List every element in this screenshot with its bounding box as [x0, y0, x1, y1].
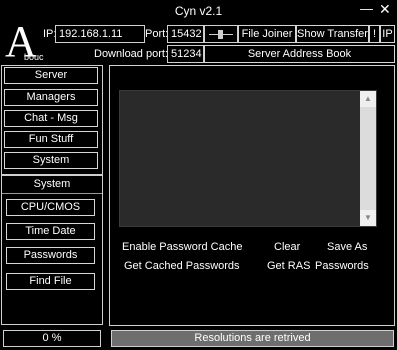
subpanel-divider	[2, 193, 102, 194]
scroll-up-icon[interactable]: ▲	[360, 91, 376, 107]
save-as-button[interactable]: Save As	[327, 241, 367, 253]
logo-subtext: bouc	[24, 52, 44, 62]
output-textarea[interactable]	[119, 90, 377, 227]
connect-slider[interactable]	[204, 25, 238, 43]
window-title: Cyn v2.1	[174, 4, 223, 18]
minimize-icon[interactable]: —	[360, 1, 373, 16]
sidebar-item-server[interactable]: Server	[4, 67, 98, 84]
progress-indicator: 0 %	[3, 330, 101, 347]
subpanel-item-passwords[interactable]: Passwords	[6, 247, 95, 264]
subpanel-item-cpu-cmos[interactable]: CPU/CMOS	[6, 199, 95, 216]
port-input[interactable]: 15432	[167, 25, 204, 43]
download-port-input[interactable]: 51234	[167, 45, 204, 63]
ip-input[interactable]: 192.168.1.11	[55, 25, 145, 43]
get-ras-button[interactable]: Get RAS	[267, 260, 310, 272]
sidebar-item-system[interactable]: System	[4, 152, 98, 169]
file-joiner-button[interactable]: File Joiner	[238, 25, 296, 43]
title-bar: Cyn v2.1 — ✕	[0, 0, 397, 22]
passwords-button[interactable]: Passwords	[315, 260, 369, 272]
subpanel-item-time-date[interactable]: Time Date	[6, 223, 95, 240]
ip-button[interactable]: IP	[380, 25, 395, 43]
enable-password-cache-button[interactable]: Enable Password Cache	[122, 241, 242, 253]
slider-knob[interactable]	[218, 30, 223, 39]
output-scrollbar[interactable]: ▲ ▼	[360, 91, 376, 226]
get-cached-passwords-button[interactable]: Get Cached Passwords	[124, 260, 240, 272]
scroll-down-icon[interactable]: ▼	[360, 210, 376, 226]
port-label: Port:	[145, 28, 169, 40]
sidebar-item-chat-msg[interactable]: Chat - Msg	[4, 110, 98, 127]
status-message: Resolutions are retrived	[111, 330, 394, 347]
subpanel-item-find-file[interactable]: Find File	[6, 273, 95, 290]
sidebar-item-fun-stuff[interactable]: Fun Stuff	[4, 131, 98, 148]
close-icon[interactable]: ✕	[379, 1, 391, 18]
subpanel-title: System	[33, 178, 71, 190]
sidebar-item-managers[interactable]: Managers	[4, 89, 98, 106]
clear-button[interactable]: Clear	[274, 241, 300, 253]
exclaim-button[interactable]: !	[369, 25, 380, 43]
download-port-label: Download port:	[94, 48, 168, 60]
server-address-book-button[interactable]: Server Address Book	[204, 45, 395, 63]
show-transfer-button[interactable]: Show Transfer	[296, 25, 369, 43]
